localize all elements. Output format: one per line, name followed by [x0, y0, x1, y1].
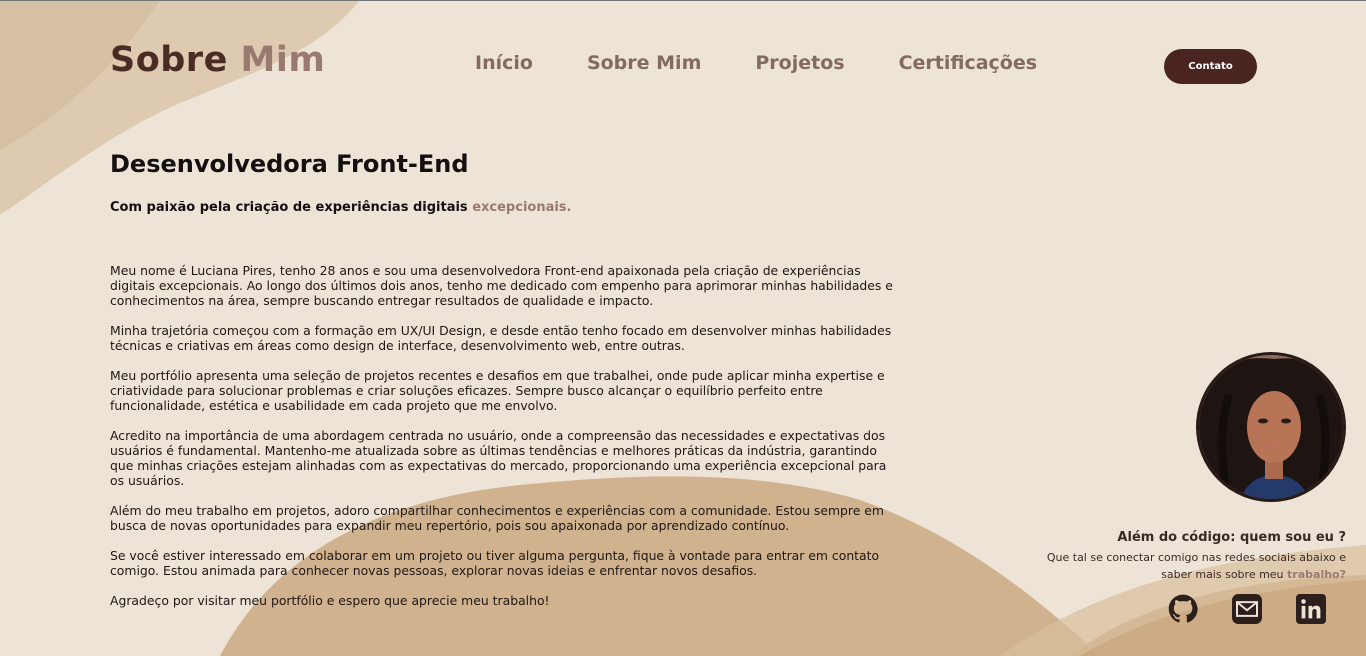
- top-border: [0, 0, 1366, 1]
- page-title: Desenvolvedora Front-End: [110, 150, 469, 178]
- aside-title: Além do código: quem sou eu ?: [1117, 530, 1346, 545]
- brand-logo[interactable]: Sobre Mim: [110, 40, 325, 80]
- nav-item-projetos[interactable]: Projetos: [755, 52, 844, 74]
- bio-paragraph: Além do meu trabalho em projetos, adoro …: [110, 503, 884, 533]
- bio-paragraph: Meu nome é Luciana Pires, tenho 28 anos …: [110, 263, 893, 308]
- aside-text-accent[interactable]: trabalho?: [1287, 568, 1346, 581]
- nav-item-certificacoes[interactable]: Certificações: [899, 52, 1037, 74]
- avatar-portrait: [1199, 355, 1343, 499]
- contact-button[interactable]: Contato: [1164, 49, 1257, 84]
- tagline-accent: excepcionais.: [472, 200, 572, 215]
- tagline-main: Com paixão pela criação de experiências …: [110, 200, 468, 215]
- bio-paragraph: Se você estiver interessado em colaborar…: [110, 548, 880, 578]
- brand-word-2: Mim: [240, 40, 326, 80]
- bio-text: Meu nome é Luciana Pires, tenho 28 anos …: [110, 263, 910, 608]
- nav-item-sobre-mim[interactable]: Sobre Mim: [587, 52, 701, 74]
- tagline: Com paixão pela criação de experiências …: [110, 200, 910, 215]
- nav-item-inicio[interactable]: Início: [475, 52, 533, 74]
- bio-paragraph: Acredito na importância de uma abordagem…: [110, 428, 887, 488]
- email-icon[interactable]: [1232, 594, 1262, 624]
- bio-paragraph: Meu portfólio apresenta uma seleção de p…: [110, 368, 885, 413]
- bio-paragraph: Agradeço por visitar meu portfólio e esp…: [110, 593, 550, 608]
- linkedin-icon[interactable]: [1296, 594, 1326, 624]
- site-header: Sobre Mim Início Sobre Mim Projetos Cert…: [0, 0, 1366, 130]
- avatar: [1196, 352, 1346, 502]
- bio-paragraph: Minha trajetória começou com a formação …: [110, 323, 892, 353]
- github-icon[interactable]: [1168, 594, 1198, 624]
- about-section: Desenvolvedora Front-End Com paixão pela…: [110, 150, 910, 623]
- brand-word-1: Sobre: [110, 40, 228, 80]
- social-links: [1168, 594, 1326, 624]
- main-nav: Início Sobre Mim Projetos Certificações: [475, 52, 1037, 74]
- aside-text: Que tal se conectar comigo nas redes soc…: [1016, 549, 1346, 583]
